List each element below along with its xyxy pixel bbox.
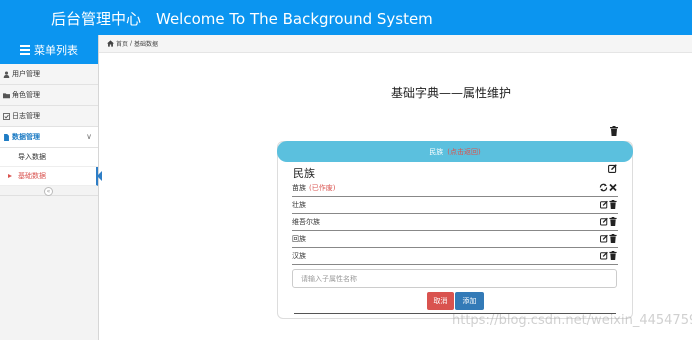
list-item-label: 回族 [292,235,306,243]
trash-icon[interactable] [609,234,617,243]
list-item-label: 汉族 [292,252,306,260]
menu-header: 菜单列表 [0,35,98,64]
sidebar-item-label: 日志管理 [12,112,40,120]
cancel-button[interactable]: 取消 [427,292,454,310]
checkbox-icon [3,112,10,120]
edit-icon[interactable] [600,200,608,209]
menu-list-icon [20,44,30,55]
list-item: 维吾尔族 [292,214,618,231]
submenu: 导入数据 基础数据 [0,148,102,186]
breadcrumb-separator: / [130,40,133,47]
list-item-label: 苗族 [292,184,306,192]
sidebar-item-roles[interactable]: 角色管理 [0,85,98,106]
collapse-icon[interactable]: « [44,187,53,196]
panel-header[interactable]: 民族 (点击返回) [277,141,633,162]
add-button[interactable]: 添加 [455,292,484,310]
attribute-list: 苗族 (已作废) 壮族 维吾尔族 回族 汉族 [292,180,618,265]
top-bar: 后台管理中心 Welcome To The Background System [0,0,692,35]
page-title: 基础字典——属性维护 [391,86,512,100]
trash-icon[interactable] [609,251,617,260]
folder-icon [3,92,10,98]
list-item: 苗族 (已作废) [292,180,618,197]
sidebar-subitem-label: 基础数据 [18,172,46,180]
edit-icon[interactable] [600,234,608,243]
user-icon [3,71,10,78]
sidebar-item-logs[interactable]: 日志管理 [0,106,98,127]
list-item: 汉族 [292,248,618,265]
home-icon [107,40,114,47]
restore-icon[interactable] [599,183,608,192]
breadcrumb: 首页 / 基础数据 [99,35,692,53]
sidebar-collapse-bar: « [0,186,98,196]
trash-icon[interactable] [610,126,618,136]
edit-icon[interactable] [600,251,608,260]
status-badge: (已作废) [309,184,336,192]
sidebar-item-data[interactable]: 数据管理 ∨ [0,127,98,148]
sidebar-item-users[interactable]: 用户管理 [0,64,98,85]
list-item: 壮族 [292,197,618,214]
sidebar-item-label: 角色管理 [12,91,40,99]
sidebar-subitem-label: 导入数据 [18,153,46,161]
sidebar-subitem-import[interactable]: 导入数据 [0,148,98,167]
list-item-label: 壮族 [292,201,306,209]
sub-attribute-name-input[interactable] [292,269,617,288]
list-item: 回族 [292,231,618,248]
menu-header-label: 菜单列表 [34,43,78,57]
trash-icon[interactable] [609,200,617,209]
attribute-name: 民族 [293,167,315,180]
edit-icon[interactable] [600,217,608,226]
panel-header-label: 民族 [429,147,444,156]
sidebar-item-label: 数据管理 [12,133,40,141]
app-title: 后台管理中心 Welcome To The Background System [51,10,433,28]
watermark: https://blog.csdn.net/weixin_44547599 [452,313,692,328]
back-link[interactable]: (点击返回) [447,147,480,157]
file-icon [4,133,9,141]
trash-icon[interactable] [609,217,617,226]
list-item-label: 维吾尔族 [292,218,320,226]
chevron-down-icon: ∨ [86,132,92,141]
sidebar-subitem-basic-data[interactable]: 基础数据 [0,167,102,186]
sidebar-item-label: 用户管理 [12,70,40,78]
edit-icon[interactable] [608,164,617,173]
sidebar: 菜单列表 用户管理 角色管理 日志管理 数据管理 ∨ 导入数据 基础数据 « [0,35,102,340]
breadcrumb-home[interactable]: 首页 [116,39,128,48]
breadcrumb-current: 基础数据 [134,41,159,48]
close-icon[interactable] [609,183,617,192]
